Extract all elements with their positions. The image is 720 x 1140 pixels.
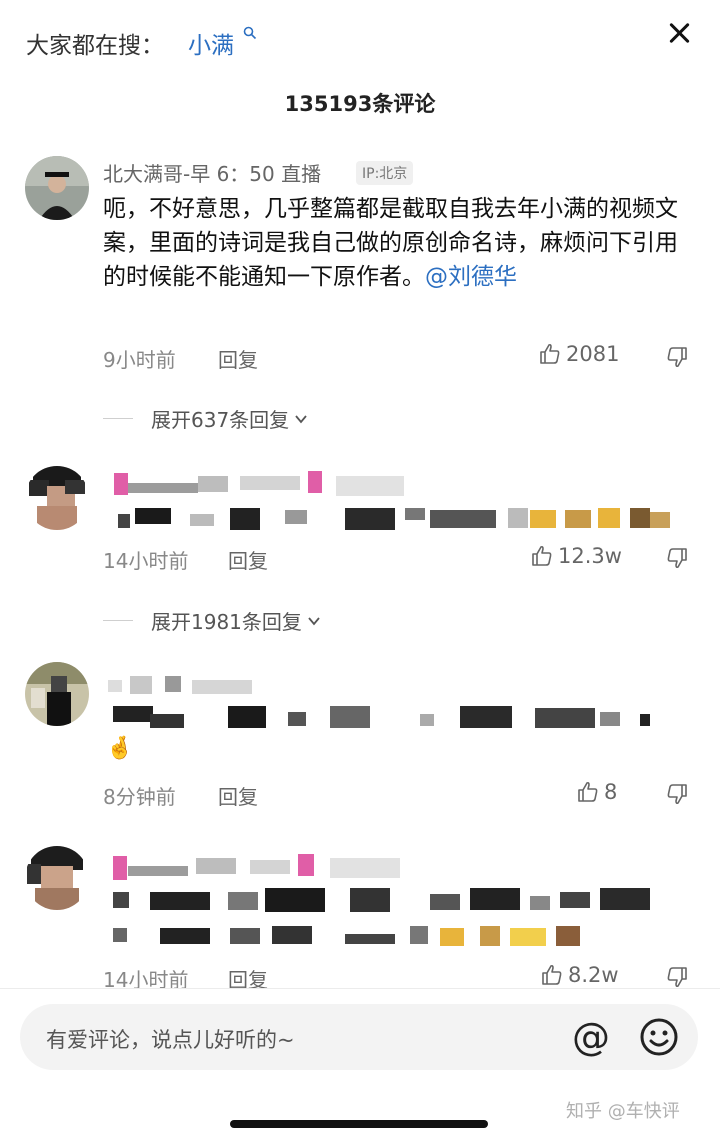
like-count: 2081 <box>566 342 620 366</box>
comments-page: 大家都在搜： 小满 135193条评论 北大满哥-早 6：50 直播 IP:北京… <box>0 0 720 1140</box>
thumbs-up-icon <box>532 545 552 566</box>
comment-input-placeholder: 有爱评论，说点儿好听的~ <box>46 1028 295 1052</box>
comment-text: 呃，不好意思，几乎整篇都是截取自我去年小满的视频文案，里面的诗词是我自己做的原创… <box>103 192 688 294</box>
watermark: 知乎 @车快评 <box>566 1101 680 1122</box>
expand-replies-button[interactable]: 展开1981条回复 <box>103 606 322 635</box>
comment-count-title: 135193条评论 <box>284 92 436 116</box>
like-count: 12.3w <box>558 544 622 568</box>
comment-emoji: 🤞 <box>106 736 134 761</box>
like-button[interactable]: 8.2w <box>540 963 619 987</box>
search-suggestion-term[interactable]: 小满 <box>188 26 234 60</box>
comment-time: 8分钟前 <box>103 785 176 809</box>
thumbs-up-icon <box>542 964 562 985</box>
thumbs-down-icon[interactable] <box>665 782 689 806</box>
reply-button[interactable]: 回复 <box>228 545 268 574</box>
avatar[interactable] <box>25 156 89 220</box>
home-indicator[interactable] <box>230 1120 488 1128</box>
comment-time: 14小时前 <box>103 549 189 573</box>
comment-username[interactable]: 北大满哥-早 6：50 直播 <box>103 158 321 187</box>
expand-replies-label: 展开1981条回复 <box>151 610 302 634</box>
comment-time: 9小时前 <box>103 348 176 372</box>
at-mention-icon[interactable]: @ <box>568 1014 614 1060</box>
avatar[interactable] <box>25 662 89 726</box>
thumbs-up-icon <box>540 343 560 364</box>
comment-input[interactable]: 有爱评论，说点儿好听的~ @ <box>20 1004 698 1070</box>
search-icon[interactable] <box>243 26 257 44</box>
like-button[interactable]: 2081 <box>538 342 619 366</box>
search-suggestion-label: 大家都在搜： <box>26 33 164 59</box>
comment-mention[interactable]: @刘德华 <box>425 264 517 290</box>
like-count: 8 <box>604 780 618 804</box>
reply-button[interactable]: 回复 <box>218 781 258 810</box>
chevron-down-icon <box>295 414 307 423</box>
like-count: 8.2w <box>568 963 619 987</box>
expand-replies-button[interactable]: 展开637条回复 <box>103 404 309 433</box>
expand-replies-label: 展开637条回复 <box>151 408 290 432</box>
search-suggestion-bar: 大家都在搜： 小满 <box>0 0 720 80</box>
thumbs-down-icon[interactable] <box>665 546 689 570</box>
like-button[interactable]: 8 <box>576 780 617 804</box>
avatar[interactable] <box>25 846 89 910</box>
thumbs-up-icon <box>578 781 598 802</box>
divider <box>103 418 133 419</box>
chevron-down-icon <box>308 616 320 625</box>
comment-body: 呃，不好意思，几乎整篇都是截取自我去年小满的视频文案，里面的诗词是我自己做的原创… <box>103 196 678 290</box>
reply-button[interactable]: 回复 <box>218 344 258 373</box>
like-button[interactable]: 12.3w <box>530 544 622 568</box>
divider <box>103 620 133 621</box>
emoji-icon[interactable] <box>638 1016 680 1058</box>
thumbs-down-icon[interactable] <box>665 965 689 989</box>
divider <box>0 988 720 989</box>
close-icon[interactable] <box>664 18 694 48</box>
ip-location-badge: IP:北京 <box>356 161 414 185</box>
thumbs-down-icon[interactable] <box>665 345 689 369</box>
avatar[interactable] <box>25 466 89 530</box>
